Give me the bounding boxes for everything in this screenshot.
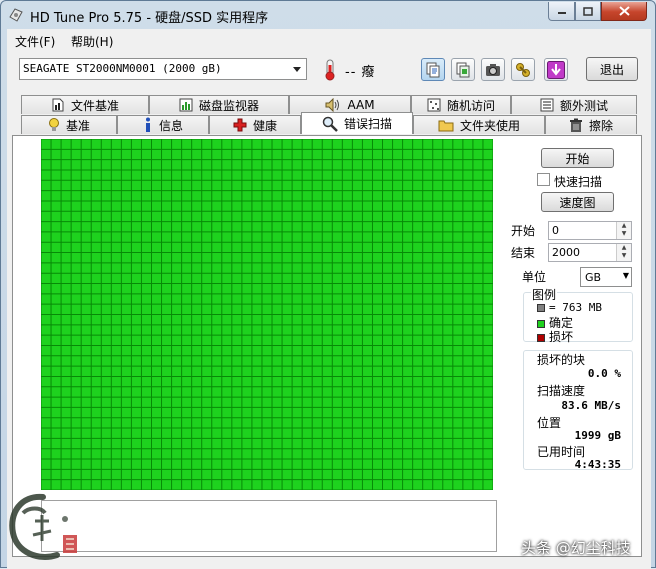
extra-tests-icon — [540, 98, 554, 112]
legend-bad-text: 损坏 — [549, 330, 574, 344]
quick-scan-label: 快速扫描 — [554, 175, 603, 189]
random-access-icon — [427, 98, 441, 112]
tab-file-benchmark[interactable]: 文件基准 — [21, 95, 149, 114]
camera-icon — [486, 63, 500, 76]
unit-label: 单位 — [522, 270, 547, 284]
quick-scan-checkbox[interactable] — [537, 173, 550, 186]
start-spinner[interactable]: ▲ ▼ — [616, 222, 631, 239]
folder-icon — [438, 120, 454, 131]
tab-label: 错误扫描 — [343, 117, 392, 131]
tab-benchmark[interactable]: 基准 — [21, 115, 117, 134]
screenshot-button[interactable] — [481, 58, 505, 81]
end-position-label: 结束 — [511, 246, 536, 260]
thermometer-icon — [325, 59, 335, 80]
end-position-value: 2000 — [552, 246, 580, 259]
tab-label: 基准 — [65, 118, 90, 133]
chevron-down-icon: ▼ — [622, 271, 629, 280]
app-window: HD Tune Pro 5.75 - 硬盘/SSD 实用程序 文件(F) 帮助(… — [0, 0, 656, 569]
copy-screen-icon — [456, 62, 470, 77]
copy-info-icon — [426, 62, 440, 77]
copy-info-button[interactable] — [421, 58, 445, 81]
legend-ok-swatch — [537, 319, 545, 328]
tab-label: 文件基准 — [70, 98, 119, 113]
tab-label: 磁盘监视器 — [198, 98, 259, 113]
menu-help[interactable]: 帮助(H) — [71, 33, 113, 50]
hdtune-app-icon — [9, 8, 23, 22]
unit-select[interactable]: GB ▼ — [580, 267, 632, 287]
drive-select-value: SEAGATE ST2000NM0001 (2000 gB) — [23, 62, 222, 75]
tab-info[interactable]: 信息 — [117, 115, 209, 134]
legend-block-size-text: = 763 MB — [549, 301, 602, 314]
legend-block-swatch — [537, 304, 545, 312]
trash-icon — [569, 118, 582, 132]
tab-folder-usage[interactable]: 文件夹使用 — [413, 115, 545, 134]
menu-bar: 文件(F) 帮助(H) — [7, 29, 651, 51]
tab-label: 随机访问 — [446, 98, 495, 113]
tab-label: AAM — [347, 98, 375, 112]
end-spinner[interactable]: ▲ ▼ — [616, 244, 631, 261]
elapsed-time-value: 4:43:35 — [574, 458, 621, 471]
health-cross-icon — [233, 118, 247, 132]
error-scan-panel: 开始 快速扫描 速度图 开始 0 ▲ ▼ 结束 2000 ▲ ▼ 单位 GB ▼ 图… — [12, 135, 642, 557]
chevron-down-icon — [289, 60, 305, 78]
tab-label: 擦除 — [588, 118, 613, 133]
file-benchmark-icon — [52, 98, 64, 112]
legend-block-size: = 763 MB — [537, 301, 602, 314]
toolbar: SEAGATE ST2000NM0001 (2000 gB) -- 癈 退出 — [7, 51, 651, 89]
temperature-readout: -- 癈 — [345, 65, 376, 80]
start-position-input[interactable]: 0 ▲ ▼ — [548, 221, 632, 240]
wrench-icon — [516, 62, 530, 77]
scan-grid-svg — [40, 138, 494, 491]
maximize-button[interactable] — [575, 2, 601, 21]
magnifier-icon — [322, 116, 338, 132]
damaged-blocks-label: 损坏的块 — [537, 353, 586, 367]
options-button[interactable] — [511, 58, 535, 81]
scan-log-area[interactable] — [41, 500, 497, 552]
disk-monitor-icon — [179, 98, 193, 112]
speed-map-button[interactable]: 速度图 — [541, 192, 614, 212]
title-bar[interactable]: HD Tune Pro 5.75 - 硬盘/SSD 实用程序 — [1, 1, 655, 29]
copy-screen-button[interactable] — [451, 58, 475, 81]
position-value: 1999 gB — [574, 429, 621, 442]
speaker-icon — [325, 98, 340, 112]
info-icon — [145, 117, 150, 132]
start-position-value: 0 — [552, 224, 559, 237]
unit-select-value: GB — [585, 271, 602, 284]
watermark-text: 头条 @幻尘科技 — [521, 539, 631, 557]
minimize-button[interactable] — [548, 2, 575, 21]
tab-label: 文件夹使用 — [459, 118, 520, 133]
tab-label: 额外测试 — [559, 98, 608, 113]
temperature-button[interactable] — [318, 58, 342, 81]
tab-disk-monitor[interactable]: 磁盘监视器 — [149, 95, 289, 114]
tab-error-scan[interactable]: 错误扫描 — [301, 112, 413, 134]
tab-extra-tests[interactable]: 额外测试 — [511, 95, 637, 114]
maximize-icon — [583, 6, 593, 16]
legend-bad: 损坏 — [537, 328, 573, 345]
minimize-icon — [557, 12, 566, 14]
legend-bad-swatch — [537, 333, 545, 342]
save-download-button[interactable] — [544, 58, 568, 81]
watermark-seal-logo — [9, 493, 77, 560]
tab-health[interactable]: 健康 — [209, 115, 301, 134]
tab-label: 健康 — [252, 118, 277, 133]
exit-button[interactable]: 退出 — [586, 57, 638, 81]
menu-file[interactable]: 文件(F) — [15, 33, 55, 50]
download-icon — [547, 60, 565, 79]
close-icon — [618, 6, 630, 16]
tab-label: 信息 — [158, 118, 183, 133]
tab-random-access[interactable]: 随机访问 — [411, 95, 511, 114]
scan-block-map — [40, 138, 494, 491]
start-scan-button[interactable]: 开始 — [541, 148, 614, 168]
window-title: HD Tune Pro 5.75 - 硬盘/SSD 实用程序 — [30, 11, 269, 26]
close-button[interactable] — [601, 2, 647, 21]
start-position-label: 开始 — [511, 224, 536, 238]
scan-speed-value: 83.6 MB/s — [561, 399, 621, 412]
damaged-blocks-value: 0.0 % — [587, 367, 621, 380]
drive-select[interactable]: SEAGATE ST2000NM0001 (2000 gB) — [19, 58, 307, 80]
lightbulb-icon — [48, 118, 59, 131]
tab-erase[interactable]: 擦除 — [545, 115, 637, 134]
scan-speed-label: 扫描速度 — [537, 384, 586, 398]
end-position-input[interactable]: 2000 ▲ ▼ — [548, 243, 632, 262]
